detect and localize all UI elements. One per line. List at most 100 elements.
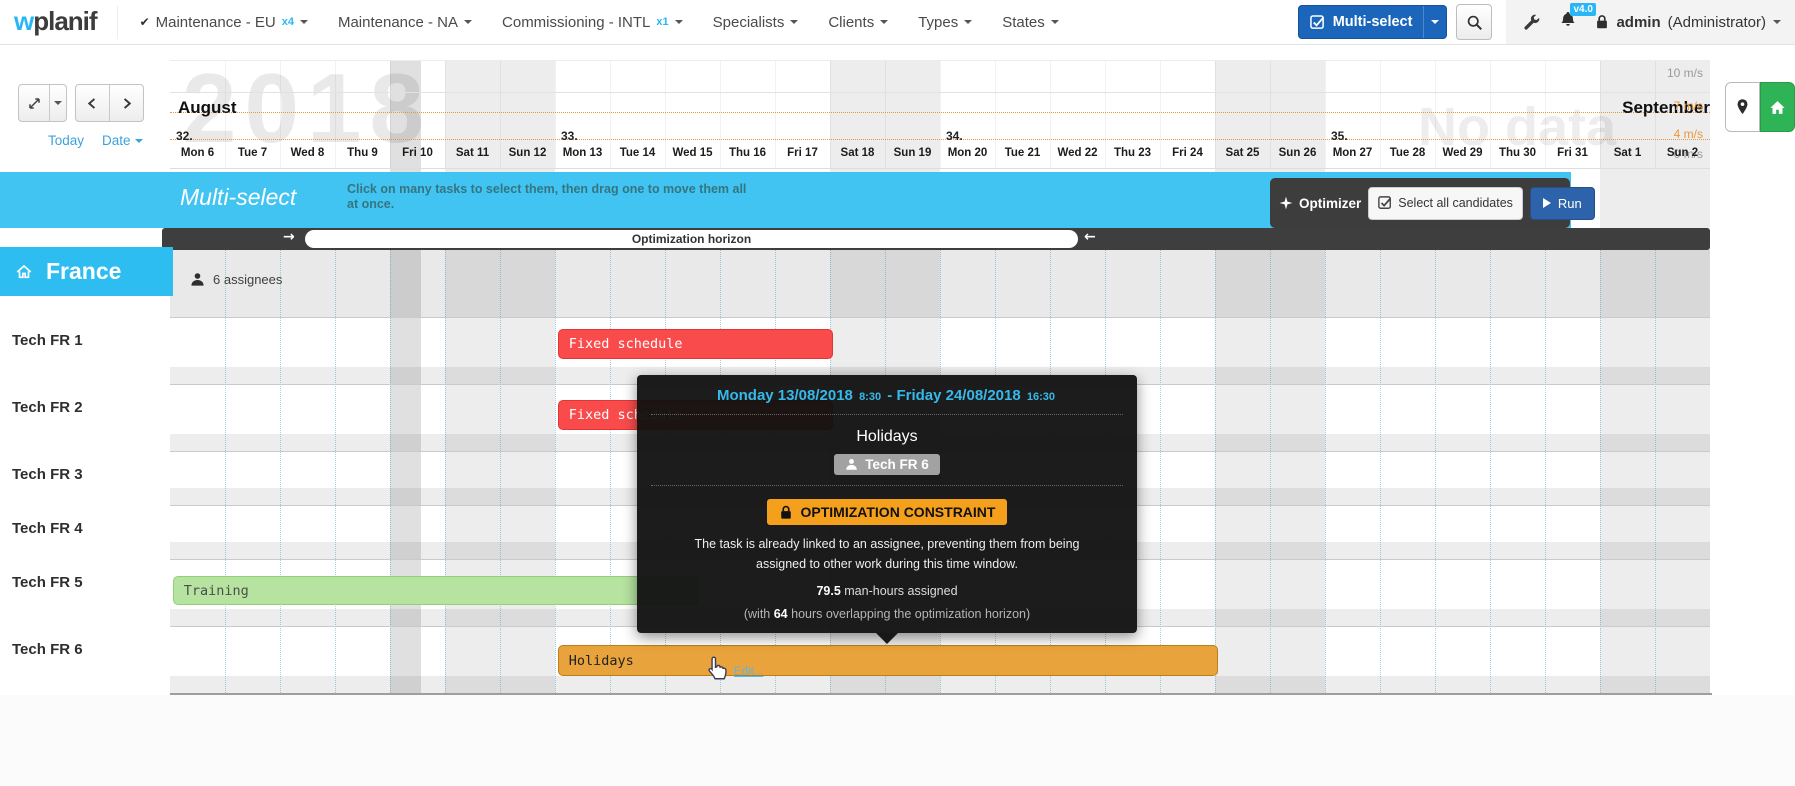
location-pin-icon bbox=[1734, 97, 1751, 117]
menu-types[interactable]: Types bbox=[918, 0, 972, 44]
multi-select-button[interactable]: Multi-select bbox=[1298, 5, 1448, 39]
top-navbar: wplanif ✔Maintenance - EUx4 Maintenance -… bbox=[0, 0, 1795, 45]
mouse-cursor-hand bbox=[704, 654, 730, 689]
menu-label: Clients bbox=[828, 14, 874, 31]
day-header-thu-16: Thu 16 bbox=[720, 147, 775, 165]
chevron-down-icon bbox=[880, 20, 888, 28]
chevron-down-icon bbox=[675, 20, 683, 28]
multi-select-caret[interactable] bbox=[1423, 6, 1446, 38]
day-header-mon-27: Mon 27 bbox=[1325, 147, 1380, 165]
menu-specialists[interactable]: Specialists bbox=[713, 0, 799, 44]
sidebar-item-tech-fr-4[interactable]: Tech FR 4 bbox=[12, 520, 83, 537]
search-button[interactable] bbox=[1456, 4, 1492, 40]
row-border bbox=[170, 317, 1710, 318]
sidebar-item-tech-fr-1[interactable]: Tech FR 1 bbox=[12, 332, 83, 349]
zoom-options-caret[interactable] bbox=[49, 85, 66, 121]
search-icon bbox=[1466, 14, 1483, 31]
check-icon: ✔ bbox=[140, 15, 150, 29]
day-header-sun-12: Sun 12 bbox=[500, 147, 555, 165]
logo-text: planif bbox=[33, 6, 96, 36]
today-link[interactable]: Today bbox=[48, 133, 84, 148]
tooltip-assignee-label: Tech FR 6 bbox=[865, 457, 929, 472]
chevron-right-icon bbox=[120, 97, 133, 110]
group-header-france[interactable]: France bbox=[0, 247, 173, 296]
person-icon bbox=[845, 458, 858, 471]
tooltip-pointer bbox=[876, 633, 898, 644]
map-pin-button[interactable] bbox=[1725, 82, 1760, 132]
tooltip-description-line2: assigned to other work during this time … bbox=[756, 557, 1018, 571]
sidebar-item-tech-fr-3[interactable]: Tech FR 3 bbox=[12, 466, 83, 483]
user-name: admin bbox=[1616, 14, 1660, 31]
day-header-wed-22: Wed 22 bbox=[1050, 147, 1105, 165]
optimization-horizon-bar: → Optimization horizon ← bbox=[162, 228, 1710, 250]
wind-label-10-m-s: 10 m/s bbox=[1667, 66, 1703, 80]
zoom-button-group bbox=[18, 84, 67, 122]
optimization-horizon-handle[interactable]: Optimization horizon bbox=[305, 230, 1078, 248]
assignees-count-label: 6 assignees bbox=[213, 272, 282, 287]
navigate-button-group bbox=[75, 84, 144, 122]
home-view-button[interactable] bbox=[1760, 82, 1795, 132]
horizon-extend-left-arrow[interactable]: ← bbox=[1084, 229, 1096, 245]
day-header-fri-10: Fri 10 bbox=[390, 147, 445, 165]
checkbox-check-icon bbox=[1310, 15, 1325, 30]
overlap-value: 64 bbox=[774, 607, 788, 621]
select-all-label: Select all candidates bbox=[1398, 196, 1513, 210]
task-training-3[interactable]: Training bbox=[173, 576, 698, 605]
day-header-thu-30: Thu 30 bbox=[1490, 147, 1545, 165]
previous-period-button[interactable] bbox=[76, 85, 109, 121]
wind-4ms-line bbox=[170, 139, 1710, 140]
person-icon bbox=[190, 272, 205, 287]
day-header-sat-25: Sat 25 bbox=[1215, 147, 1270, 165]
user-menu[interactable]: admin (Administrator) bbox=[1595, 14, 1781, 31]
run-button[interactable]: Run bbox=[1530, 187, 1595, 220]
expand-range-button[interactable] bbox=[19, 85, 49, 121]
sidebar-item-tech-fr-5[interactable]: Tech FR 5 bbox=[12, 574, 83, 591]
horizon-extend-right-arrow[interactable]: → bbox=[283, 229, 295, 245]
week-number-32: 32. bbox=[176, 129, 193, 143]
task-fixed-schedule-1[interactable]: Fixed schedule bbox=[558, 329, 833, 359]
run-label: Run bbox=[1558, 196, 1582, 211]
week-number-34: 34. bbox=[946, 129, 963, 143]
menu-maintenance-eu[interactable]: ✔Maintenance - EUx4 bbox=[140, 0, 308, 44]
notifications-button[interactable]: v4.0 bbox=[1559, 10, 1577, 34]
group-name-label: France bbox=[46, 258, 121, 285]
wrench-icon[interactable] bbox=[1522, 13, 1541, 32]
menu-maintenance-na[interactable]: Maintenance - NA bbox=[338, 0, 472, 44]
constraint-label: OPTIMIZATION CONSTRAINT bbox=[801, 504, 996, 520]
day-header-sat-11: Sat 11 bbox=[445, 147, 500, 165]
date-link[interactable]: Date bbox=[102, 133, 143, 148]
expand-arrows-icon bbox=[27, 96, 42, 111]
optimization-constraint-badge: OPTIMIZATION CONSTRAINT bbox=[767, 499, 1008, 525]
multi-select-main[interactable]: Multi-select bbox=[1299, 6, 1424, 38]
day-header-tue-21: Tue 21 bbox=[995, 147, 1050, 165]
header-top-line bbox=[170, 60, 1710, 61]
home-icon bbox=[1768, 98, 1787, 117]
day-header-sat-1: Sat 1 bbox=[1600, 147, 1655, 165]
week-number-33: 33. bbox=[561, 129, 578, 143]
menu-commissioning-intl[interactable]: Commissioning - INTLx1 bbox=[502, 0, 683, 44]
tooltip-assignee-badge: Tech FR 6 bbox=[834, 454, 940, 475]
banner-title: Multi-select bbox=[180, 184, 296, 211]
menu-clients[interactable]: Clients bbox=[828, 0, 888, 44]
chevron-left-icon bbox=[86, 97, 99, 110]
wplanif-app: wplanif ✔Maintenance - EUx4 Maintenance -… bbox=[0, 0, 1795, 786]
sidebar-item-tech-fr-2[interactable]: Tech FR 2 bbox=[12, 399, 83, 416]
edit-link[interactable]: Edit... bbox=[734, 666, 763, 678]
app-logo[interactable]: wplanif bbox=[0, 6, 118, 39]
day-header-thu-9: Thu 9 bbox=[335, 147, 390, 165]
chevron-down-icon bbox=[300, 20, 308, 28]
task-holidays-4[interactable]: Holidays bbox=[558, 645, 1218, 676]
day-header-sun-2: Sun 2 bbox=[1655, 147, 1710, 165]
select-all-candidates-button[interactable]: Select all candidates bbox=[1368, 187, 1523, 220]
menu-states[interactable]: States bbox=[1002, 0, 1059, 44]
tooltip-end-time: 16:30 bbox=[1027, 391, 1055, 403]
tooltip-date-range: Monday 13/08/2018 8:30 - Friday 24/08/20… bbox=[637, 387, 1137, 404]
next-period-button[interactable] bbox=[109, 85, 143, 121]
sidebar-item-tech-fr-6[interactable]: Tech FR 6 bbox=[12, 641, 83, 658]
day-header-mon-13: Mon 13 bbox=[555, 147, 610, 165]
navbar-right: Multi-select v4.0 admin (Administrator) bbox=[1298, 0, 1795, 44]
wind-label-4-m-s: 4 m/s bbox=[1674, 127, 1703, 141]
day-header-mon-6: Mon 6 bbox=[170, 147, 225, 165]
tooltip-man-hours: 79.5 man-hours assigned bbox=[637, 584, 1137, 598]
tooltip-assignee-wrap: Tech FR 6 bbox=[637, 454, 1137, 475]
